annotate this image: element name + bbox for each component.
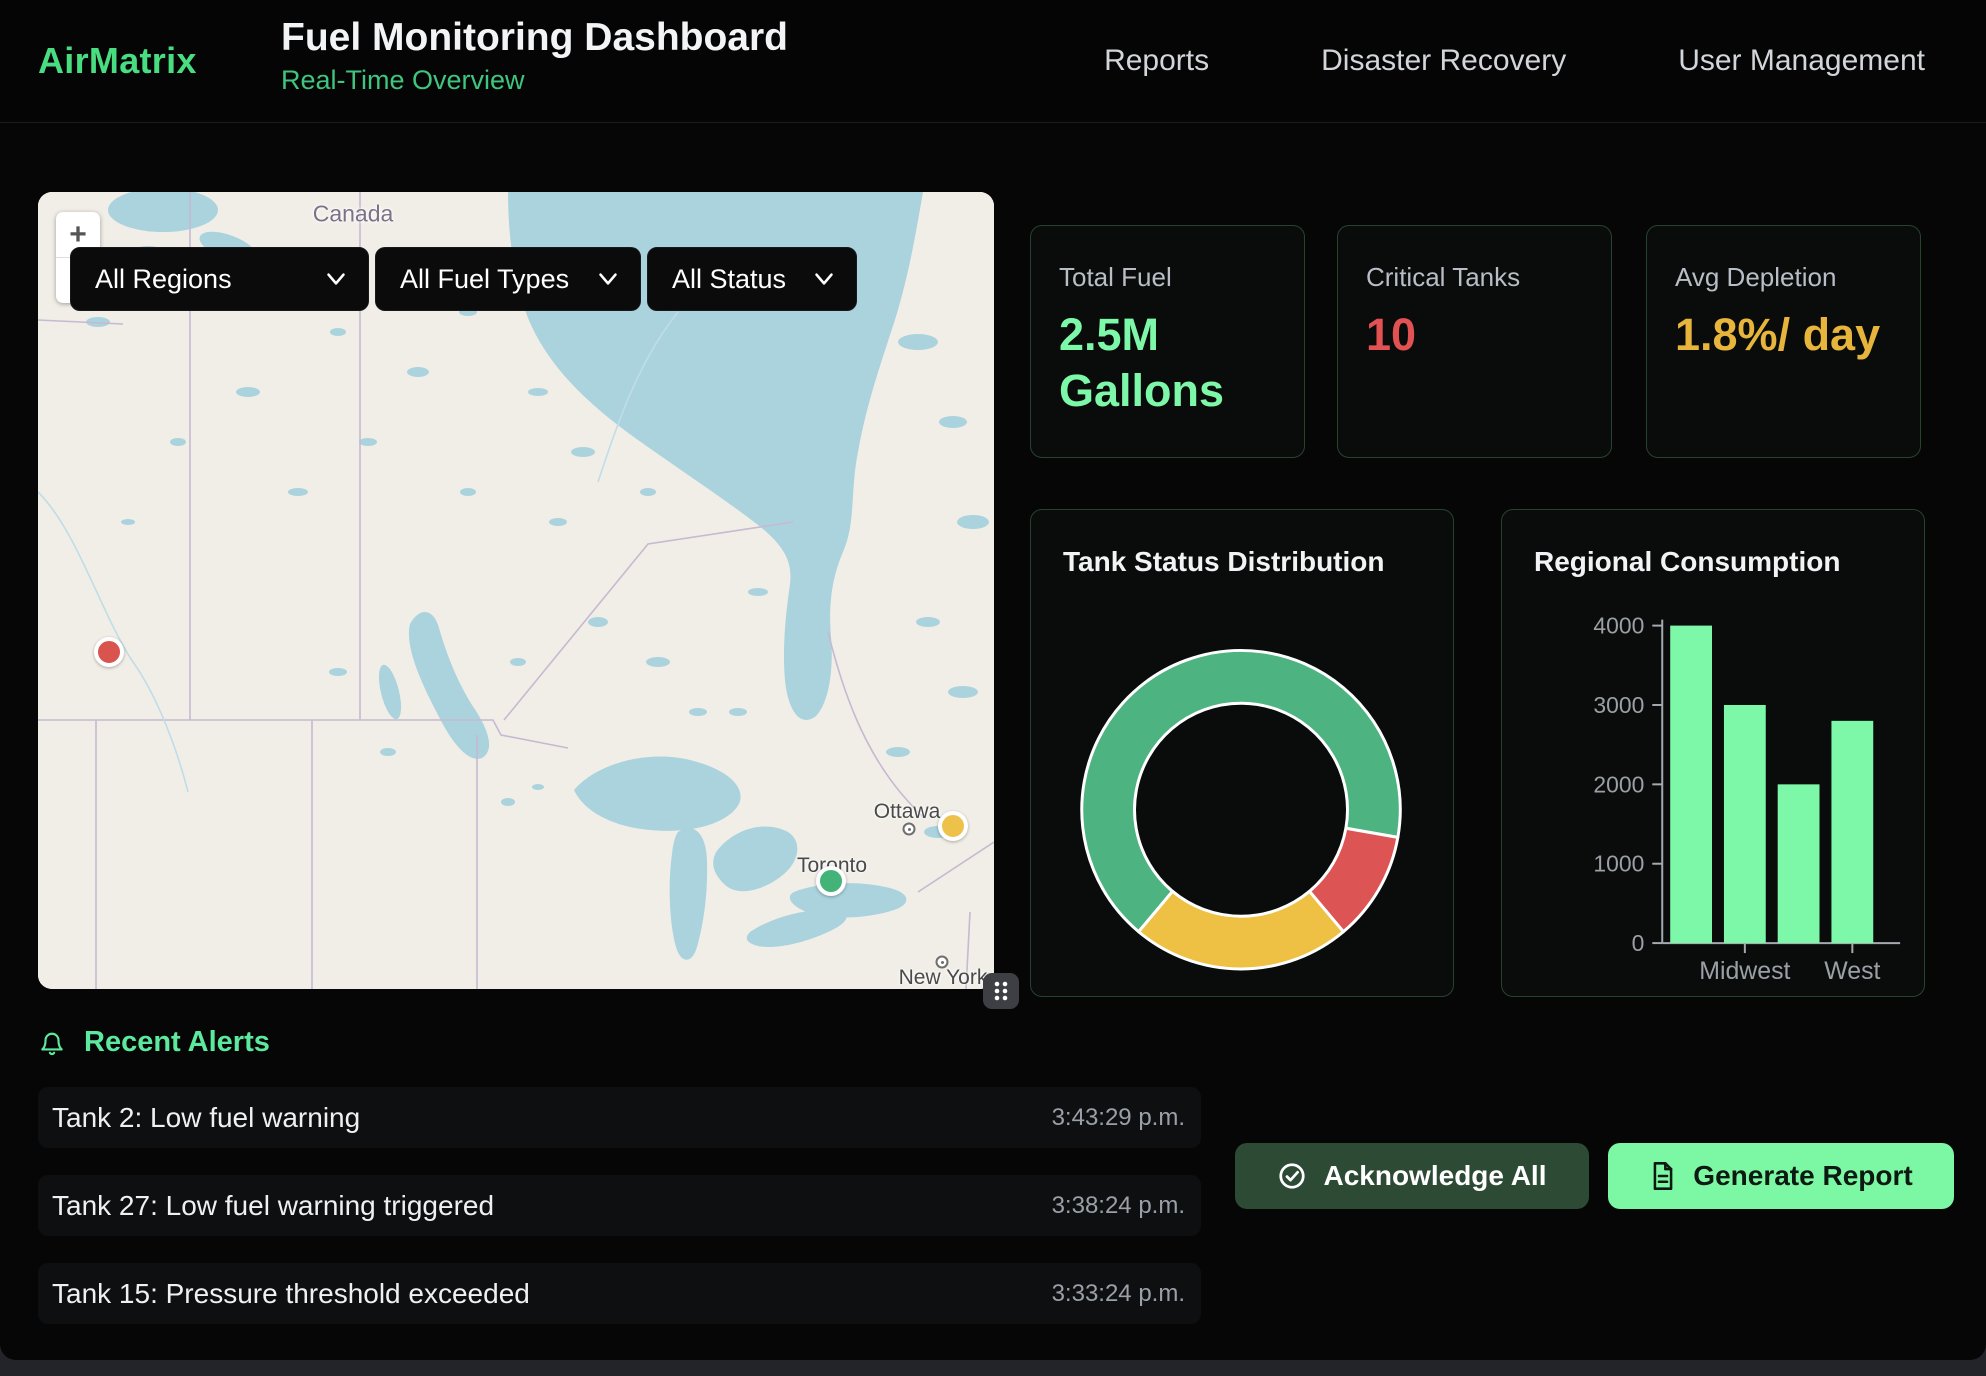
page-title: Fuel Monitoring Dashboard: [281, 16, 788, 60]
x-axis-tick-label: Midwest: [1699, 957, 1790, 985]
stat-label: Critical Tanks: [1366, 262, 1583, 293]
bar-region-4: [1831, 721, 1873, 943]
tank-status-donut-chart: [1031, 510, 1453, 996]
alert-timestamp: 3:43:29 p.m.: [1052, 1104, 1185, 1132]
nav-item-user-management[interactable]: User Management: [1678, 44, 1925, 78]
y-axis-tick-label: 0: [1632, 930, 1645, 956]
acknowledge-all-label: Acknowledge All: [1323, 1160, 1546, 1192]
ottawa-town-icon: [903, 823, 916, 836]
filter-dropdown-all-regions[interactable]: All Regions: [70, 247, 369, 311]
recent-alerts-label: Recent Alerts: [84, 1026, 270, 1059]
y-axis-tick-label: 3000: [1593, 692, 1644, 718]
recent-alerts-heading: Recent Alerts: [38, 1026, 270, 1059]
donut-segment-warning: [1139, 891, 1344, 969]
y-axis-tick-label: 1000: [1593, 851, 1644, 877]
generate-report-label: Generate Report: [1693, 1160, 1912, 1192]
tank-status-card: Tank Status Distribution: [1030, 509, 1454, 997]
nav-item-reports[interactable]: Reports: [1104, 44, 1209, 78]
filter-label: All Fuel Types: [400, 264, 569, 295]
alert-text: Tank 15: Pressure threshold exceeded: [52, 1278, 530, 1310]
nav-item-disaster-recovery[interactable]: Disaster Recovery: [1321, 44, 1566, 78]
map-marker-critical[interactable]: [94, 637, 124, 667]
x-axis-tick-label: West: [1824, 957, 1880, 985]
alert-timestamp: 3:33:24 p.m.: [1052, 1280, 1185, 1308]
bar-region-1: [1670, 626, 1712, 943]
map-label-ottawa: Ottawa: [874, 800, 941, 824]
regional-consumption-bar-chart: 0 1000 2000 3000 4000 Midwest West: [1502, 510, 1924, 996]
stat-label: Total Fuel: [1059, 262, 1276, 293]
stat-card-avg-depletion: Avg Depletion 1.8%/ day: [1646, 225, 1921, 458]
alert-timestamp: 3:38:24 p.m.: [1052, 1192, 1185, 1220]
stat-value: 10: [1366, 307, 1581, 363]
alert-text: Tank 27: Low fuel warning triggered: [52, 1190, 494, 1222]
stat-card-total-fuel: Total Fuel 2.5M Gallons: [1030, 225, 1305, 458]
filter-label: All Regions: [95, 264, 232, 295]
map-filter-bar: All Regions All Fuel Types All Status: [70, 247, 857, 311]
bar-region-3: [1778, 784, 1820, 943]
check-circle-icon: [1277, 1161, 1307, 1191]
chevron-down-icon: [326, 272, 346, 286]
map-marker-normal[interactable]: [816, 866, 846, 896]
title-block: Fuel Monitoring Dashboard Real-Time Over…: [281, 16, 788, 96]
stat-label: Avg Depletion: [1675, 262, 1892, 293]
regional-consumption-card: Regional Consumption 01000200030004000Mi…: [1501, 509, 1925, 997]
app-window: AirMatrix Fuel Monitoring Dashboard Real…: [0, 0, 1986, 1360]
filter-dropdown-all-fuel-types[interactable]: All Fuel Types: [375, 247, 641, 311]
header: AirMatrix Fuel Monitoring Dashboard Real…: [0, 0, 1986, 123]
map-label-canada: Canada: [313, 201, 394, 228]
generate-report-button[interactable]: Generate Report: [1608, 1143, 1954, 1209]
y-axis-tick-label: 2000: [1593, 771, 1644, 797]
filter-label: All Status: [672, 264, 786, 295]
alert-row: Tank 15: Pressure threshold exceeded 3:33…: [38, 1263, 1201, 1324]
stat-value: 1.8%/ day: [1675, 307, 1890, 363]
chevron-down-icon: [814, 272, 834, 286]
stat-value: 2.5M Gallons: [1059, 307, 1274, 420]
stat-card-critical-tanks: Critical Tanks 10: [1337, 225, 1612, 458]
alert-text: Tank 2: Low fuel warning: [52, 1102, 360, 1134]
drag-grip-handle[interactable]: [983, 973, 1019, 1009]
page-subtitle: Real-Time Overview: [281, 65, 788, 96]
brand-logo: AirMatrix: [38, 40, 197, 82]
chevron-down-icon: [598, 272, 618, 286]
map-canvas[interactable]: Canada Ottawa Toronto New York + − All R…: [38, 192, 994, 989]
filter-dropdown-all-status[interactable]: All Status: [647, 247, 857, 311]
map-marker-warning[interactable]: [938, 811, 968, 841]
grip-icon: [989, 979, 1013, 1003]
bell-icon: [38, 1029, 66, 1057]
map-label-new-york: New York: [899, 966, 988, 989]
primary-nav: Reports Disaster Recovery User Management: [1104, 0, 1925, 122]
new-york-town-icon: [936, 956, 949, 969]
alert-row: Tank 27: Low fuel warning triggered 3:38:…: [38, 1175, 1201, 1236]
bar-region-2: [1724, 705, 1766, 943]
acknowledge-all-button[interactable]: Acknowledge All: [1235, 1143, 1589, 1209]
alert-row: Tank 2: Low fuel warning 3:43:29 p.m.: [38, 1087, 1201, 1148]
y-axis-tick-label: 4000: [1593, 613, 1644, 639]
document-icon: [1649, 1161, 1677, 1191]
